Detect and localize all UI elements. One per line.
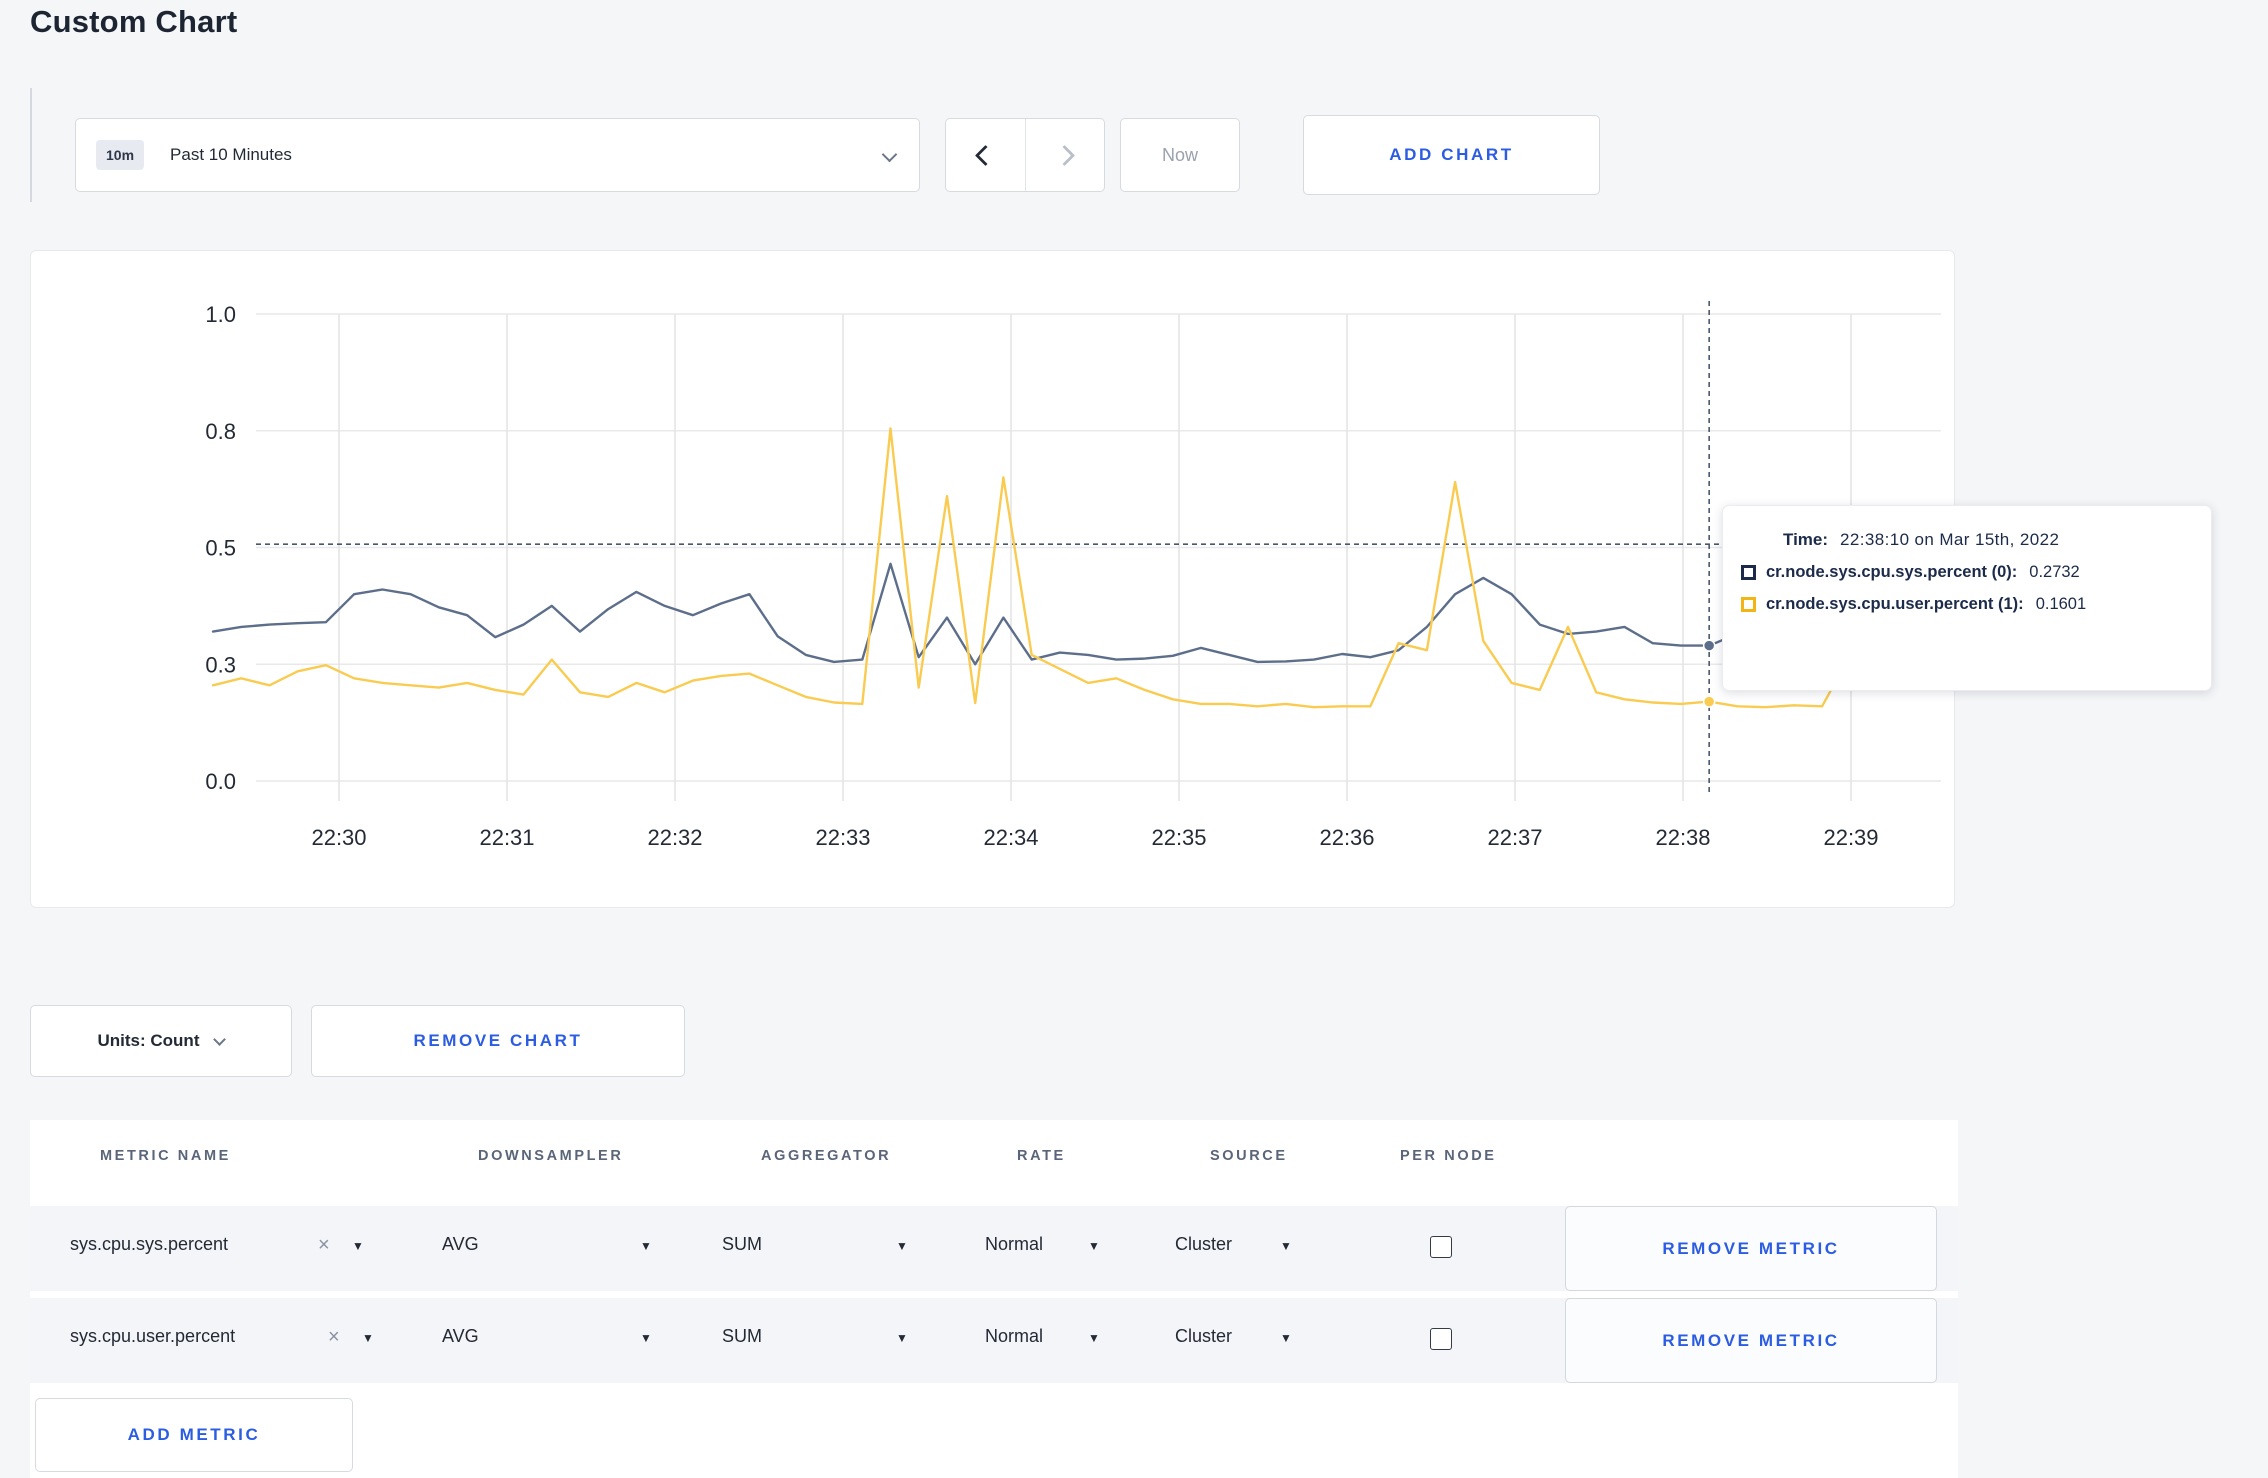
chevron-down-icon	[213, 1032, 227, 1046]
chart-svg: 0.0 0.3 0.5 0.8 1.0 22:30 22:31 22:32 22:33 22:34…	[205, 301, 1941, 850]
rate-select[interactable]: Normal	[985, 1234, 1043, 1255]
aggregator-caret-icon[interactable]: ▼	[896, 1239, 908, 1253]
time-window-label: Past 10 Minutes	[170, 145, 292, 164]
user-series-legend-icon	[1741, 597, 1756, 612]
time-forward-button[interactable]	[1026, 119, 1105, 191]
rate-caret-icon[interactable]: ▼	[1088, 1239, 1100, 1253]
tooltip-series-row: cr.node.sys.cpu.user.percent (1): 0.1601	[1741, 595, 2191, 614]
hover-point-sys	[1702, 639, 1716, 652]
sys-series-legend-icon	[1741, 565, 1756, 580]
col-header-per-node: PER NODE	[1400, 1148, 1497, 1164]
clear-metric-icon[interactable]: ×	[328, 1326, 340, 1349]
chart-panel[interactable]: 0.0 0.3 0.5 0.8 1.0 22:30 22:31 22:32 22:33 22:34…	[30, 250, 1955, 908]
time-nav-group	[945, 118, 1105, 192]
col-header-downsampler: DOWNSAMPLER	[478, 1148, 624, 1164]
time-window-badge: 10m	[96, 140, 145, 170]
x-axis-tick-label: 22:38	[1655, 825, 1710, 850]
source-caret-icon[interactable]: ▼	[1280, 1331, 1292, 1345]
aggregator-select[interactable]: SUM	[722, 1234, 762, 1255]
per-node-checkbox[interactable]	[1430, 1236, 1452, 1258]
aggregator-select[interactable]: SUM	[722, 1326, 762, 1347]
metric-caret-icon[interactable]: ▼	[352, 1239, 364, 1253]
source-caret-icon[interactable]: ▼	[1280, 1239, 1292, 1253]
chevron-down-icon	[881, 146, 898, 163]
col-header-rate: RATE	[1017, 1148, 1066, 1164]
clear-metric-icon[interactable]: ×	[318, 1234, 330, 1257]
series-line-sys	[211, 562, 1937, 666]
tooltip-time-label: Time:	[1783, 530, 1829, 549]
tooltip-series-value: 0.1601	[2035, 595, 2087, 613]
downsampler-caret-icon[interactable]: ▼	[640, 1239, 652, 1253]
add-chart-button[interactable]: ADD CHART	[1303, 115, 1600, 195]
source-select[interactable]: Cluster	[1175, 1326, 1232, 1347]
downsampler-caret-icon[interactable]: ▼	[640, 1331, 652, 1345]
time-back-button[interactable]	[946, 119, 1025, 191]
x-axis-tick-label: 22:37	[1487, 825, 1542, 850]
tooltip-series-name: cr.node.sys.cpu.sys.percent (0):	[1766, 563, 2018, 581]
chart-tooltip: Time: 22:38:10 on Mar 15th, 2022 cr.node…	[1722, 505, 2212, 691]
source-select[interactable]: Cluster	[1175, 1234, 1232, 1255]
now-button[interactable]: Now	[1120, 118, 1240, 192]
add-metric-button[interactable]: ADD METRIC	[35, 1398, 353, 1472]
x-axis-tick-label: 22:35	[1151, 825, 1206, 850]
series-line-user	[211, 427, 1937, 709]
remove-chart-button[interactable]: REMOVE CHART	[311, 1005, 685, 1077]
x-axis-tick-label: 22:30	[311, 825, 366, 850]
metric-caret-icon[interactable]: ▼	[362, 1331, 374, 1345]
tooltip-time-value: 22:38:10 on Mar 15th, 2022	[1840, 530, 2060, 549]
y-axis-tick-label: 0.3	[205, 652, 236, 677]
y-axis-tick-label: 0.0	[205, 769, 236, 794]
x-axis-tick-label: 22:32	[647, 825, 702, 850]
rate-caret-icon[interactable]: ▼	[1088, 1331, 1100, 1345]
units-label: Units: Count	[97, 1031, 200, 1050]
x-axis-tick-label: 22:31	[479, 825, 534, 850]
tooltip-series-row: cr.node.sys.cpu.sys.percent (0): 0.2732	[1741, 563, 2191, 582]
y-axis-tick-label: 0.5	[205, 536, 236, 561]
downsampler-select[interactable]: AVG	[442, 1234, 479, 1255]
rate-select[interactable]: Normal	[985, 1326, 1043, 1347]
aggregator-caret-icon[interactable]: ▼	[896, 1331, 908, 1345]
x-axis-tick-label: 22:33	[815, 825, 870, 850]
table-row: sys.cpu.sys.percent × ▼ AVG ▼ SUM ▼ Norm…	[30, 1206, 1958, 1291]
y-axis-tick-label: 1.0	[205, 302, 236, 327]
tooltip-series-name: cr.node.sys.cpu.user.percent (1):	[1766, 595, 2024, 613]
col-header-source: SOURCE	[1210, 1148, 1288, 1164]
x-axis-tick-label: 22:34	[983, 825, 1038, 850]
y-axis-tick-label: 0.8	[205, 419, 236, 444]
units-dropdown[interactable]: Units: Count	[30, 1005, 292, 1077]
per-node-checkbox[interactable]	[1430, 1328, 1452, 1350]
tooltip-series-value: 0.2732	[2029, 563, 2080, 581]
chevron-left-icon	[974, 144, 996, 166]
toolbar-accent-bar	[30, 88, 32, 202]
metric-name-select[interactable]: sys.cpu.sys.percent	[70, 1234, 228, 1255]
remove-metric-button[interactable]: REMOVE METRIC	[1565, 1206, 1937, 1291]
hover-point-user	[1702, 695, 1716, 708]
x-axis-tick-label: 22:36	[1319, 825, 1374, 850]
metric-name-select[interactable]: sys.cpu.user.percent	[70, 1326, 235, 1347]
page-title: Custom Chart	[30, 4, 238, 39]
col-header-aggregator: AGGREGATOR	[761, 1148, 892, 1164]
remove-metric-button[interactable]: REMOVE METRIC	[1565, 1298, 1937, 1383]
tooltip-time-row: Time: 22:38:10 on Mar 15th, 2022	[1741, 530, 2191, 550]
downsampler-select[interactable]: AVG	[442, 1326, 479, 1347]
col-header-metric-name: METRIC NAME	[100, 1148, 231, 1164]
table-row: sys.cpu.user.percent × ▼ AVG ▼ SUM ▼ Nor…	[30, 1298, 1958, 1383]
custom-chart-page: Custom Chart 10m Past 10 Minutes Now ADD…	[0, 0, 2268, 1478]
time-window-dropdown[interactable]: 10m Past 10 Minutes	[75, 118, 920, 192]
x-axis-tick-label: 22:39	[1823, 825, 1878, 850]
chevron-right-icon	[1054, 144, 1076, 166]
